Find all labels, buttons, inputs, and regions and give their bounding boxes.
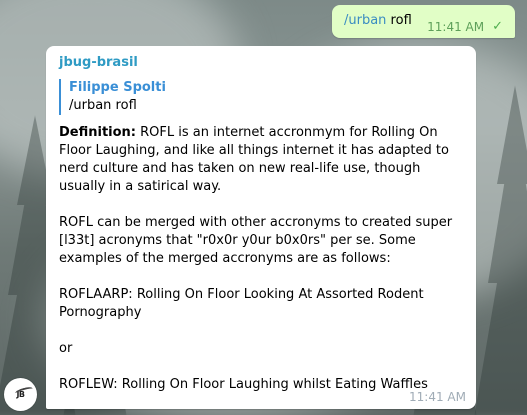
command-link[interactable]: /urban [344, 13, 386, 28]
sender-name[interactable]: jbug-brasil [59, 55, 463, 71]
reply-text: /urban rofl [69, 98, 137, 113]
outgoing-time: 11:41 AM [427, 19, 485, 34]
incoming-message[interactable]: jbug-brasil Filippe Spolti /urban rofl D… [46, 46, 476, 409]
reply-quote[interactable]: Filippe Spolti /urban rofl [59, 79, 463, 115]
message-paragraph: or [59, 341, 73, 356]
message-paragraph: ROFLAARP: Rolling On Floor Looking At As… [59, 287, 428, 320]
definition-label: Definition: [59, 125, 137, 140]
message-paragraph: ROFL can be merged with other accronyms … [59, 215, 457, 266]
outgoing-message[interactable]: /urban rofl 11:41 AM ✓ [332, 5, 515, 38]
avatar[interactable]: JB [4, 378, 37, 411]
message-body: Definition: ROFL is an internet accronmy… [59, 124, 463, 196]
outgoing-text: rofl [386, 13, 412, 28]
outgoing-meta: 11:41 AM ✓ [427, 19, 503, 34]
double-check-icon: ✓ [492, 19, 503, 34]
reply-author: Filippe Spolti [69, 80, 166, 95]
incoming-time: 11:41 AM [409, 390, 466, 404]
message-paragraph: ROFLEW: Rolling On Floor Laughing whilst… [59, 377, 428, 392]
